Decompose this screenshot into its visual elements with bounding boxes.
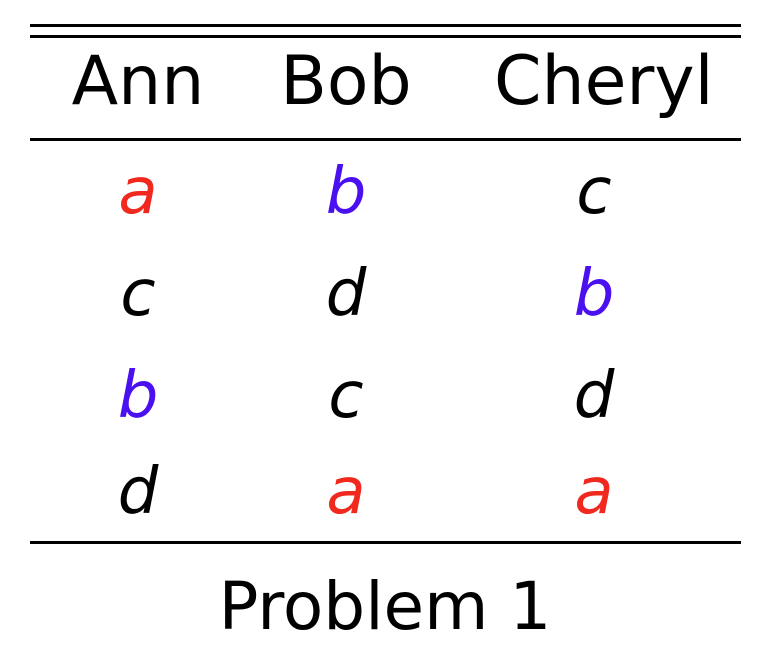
cell-cheryl-3: d bbox=[573, 359, 615, 433]
caption: Problem 1 bbox=[218, 568, 552, 645]
cell-bob-4: a bbox=[326, 455, 366, 529]
top-rule-outer bbox=[30, 24, 741, 27]
cell-bob-2: d bbox=[325, 257, 367, 331]
cell-ann-1: a bbox=[118, 155, 158, 229]
cell-bob-1: b bbox=[325, 155, 367, 229]
header-ann: Ann bbox=[71, 42, 205, 121]
cell-ann-3: b bbox=[117, 359, 159, 433]
cell-ann-2: c bbox=[120, 257, 156, 331]
top-rule-inner bbox=[30, 35, 741, 38]
cell-cheryl-1: c bbox=[576, 155, 612, 229]
header-rule bbox=[30, 138, 741, 141]
cell-cheryl-2: b bbox=[573, 257, 615, 331]
cell-cheryl-4: a bbox=[574, 455, 614, 529]
header-bob: Bob bbox=[280, 42, 412, 121]
cell-ann-4: d bbox=[117, 455, 159, 529]
header-cheryl: Cheryl bbox=[494, 42, 714, 121]
bottom-rule bbox=[30, 541, 741, 544]
cell-bob-3: c bbox=[328, 359, 364, 433]
